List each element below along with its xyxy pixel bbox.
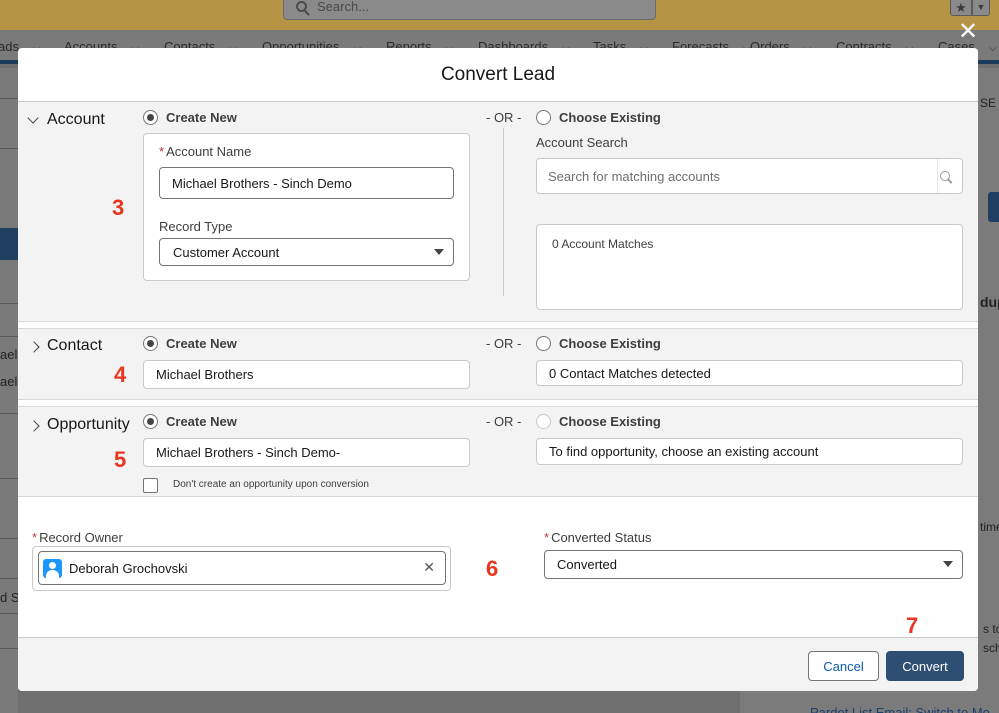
search-icon [296, 0, 307, 12]
radio-checked-icon [143, 110, 158, 125]
contact-choose-existing-radio[interactable]: Choose Existing [536, 336, 661, 351]
opportunity-choose-existing-radio[interactable]: Choose Existing [536, 414, 661, 429]
record-owner-value: Deborah Grochovski [69, 560, 188, 576]
no-opportunity-label: Don't create an opportunity upon convers… [173, 479, 369, 490]
favorites-dropdown-icon[interactable]: ▼ [972, 0, 990, 16]
chevron-right-icon[interactable] [30, 341, 42, 353]
convert-lead-modal: Convert Lead Account Create New - OR - C… [18, 48, 978, 691]
clear-selection-icon[interactable]: ✕ [423, 560, 435, 574]
step-annotation-3: 3 [112, 195, 125, 220]
step-annotation-6: 6 [486, 556, 499, 581]
converted-status-value: Converted [557, 557, 617, 572]
record-type-select[interactable]: Customer Account [159, 238, 454, 266]
account-name-value: Michael Brothers - Sinch Demo [172, 175, 352, 191]
account-search-input[interactable]: Search for matching accounts [536, 158, 963, 194]
convert-button[interactable]: Convert [886, 651, 964, 681]
record-owner-lookup: Deborah Grochovski ✕ [32, 546, 451, 591]
converted-status-select[interactable]: Converted [544, 550, 963, 579]
account-matches-box: 0 Account Matches [536, 224, 963, 310]
dropdown-arrow-icon [943, 561, 953, 567]
background-text-fragment: SE [980, 96, 997, 110]
modal-title: Convert Lead [440, 63, 556, 85]
chevron-down-icon[interactable] [28, 114, 40, 126]
section-label-account: Account [47, 111, 105, 128]
opportunity-name-input[interactable]: Michael Brothers - Sinch Demo- [143, 438, 470, 467]
account-create-card: * Account Name Michael Brothers - Sinch D… [143, 133, 470, 281]
account-search-label: Account Search [536, 135, 628, 150]
background-link: Pardot List Email: Switch to Mo [810, 705, 990, 713]
section-label-opportunity: Opportunity [47, 416, 130, 433]
vertical-divider [503, 128, 504, 296]
record-owner-pill[interactable]: Deborah Grochovski ✕ [38, 551, 446, 585]
global-search-placeholder: Search... [317, 0, 370, 14]
section-label-contact: Contact [47, 337, 103, 354]
contact-matches-text: 0 Contact Matches detected [549, 365, 711, 381]
step-annotation-7: 7 [906, 613, 919, 638]
account-choose-existing-radio[interactable]: Choose Existing [536, 110, 661, 125]
radio-label: Choose Existing [559, 110, 661, 125]
radio-unchecked-icon [536, 110, 551, 125]
background-right-button [988, 192, 999, 222]
background-text-fragment: d S [0, 590, 20, 605]
modal-footer: Cancel Convert [18, 637, 978, 691]
contact-matches-field: 0 Contact Matches detected [536, 360, 963, 386]
background-text-fragment: time [980, 520, 999, 534]
account-name-input[interactable]: Michael Brothers - Sinch Demo [159, 167, 454, 199]
contact-name-value: Michael Brothers [156, 367, 254, 382]
user-avatar-icon [43, 559, 62, 578]
radio-checked-icon [143, 336, 158, 351]
global-search[interactable]: Search... [283, 0, 656, 20]
step-annotation-4: 4 [114, 362, 127, 387]
modal-header: Convert Lead [18, 48, 978, 102]
contact-section: Contact Create New - OR - Choose Existin… [18, 328, 978, 400]
chevron-right-icon[interactable] [30, 420, 42, 432]
radio-checked-icon [143, 414, 158, 429]
radio-label: Create New [166, 110, 237, 125]
or-separator: - OR - [486, 414, 522, 429]
account-section: Account Create New - OR - Choose Existin… [18, 102, 978, 322]
record-owner-label: * Record Owner [32, 530, 123, 545]
radio-label: Create New [166, 414, 237, 429]
search-icon [940, 171, 950, 181]
or-separator: - OR - [486, 110, 522, 125]
radio-label: Choose Existing [559, 336, 661, 351]
background-text-fragment: dup [980, 294, 999, 310]
no-opportunity-checkbox[interactable] [143, 478, 158, 493]
or-separator: - OR - [486, 336, 522, 351]
record-type-label: Record Type [159, 219, 233, 234]
account-matches-text: 0 Account Matches [552, 237, 654, 251]
background-left-column [0, 68, 18, 713]
opportunity-existing-hint: To find opportunity, choose an existing … [549, 444, 819, 459]
account-name-label: * Account Name [159, 144, 252, 159]
favorites-star-icon[interactable]: ★ [950, 0, 972, 16]
contact-create-new-radio[interactable]: Create New [143, 336, 237, 351]
opportunity-section: Opportunity Create New - OR - Choose Exi… [18, 406, 978, 497]
radio-unchecked-icon [536, 336, 551, 351]
contact-name-input[interactable]: Michael Brothers [143, 360, 470, 389]
background-blue-band [0, 228, 18, 260]
converted-status-label: * Converted Status [544, 530, 652, 545]
account-create-new-radio[interactable]: Create New [143, 110, 237, 125]
opportunity-name-value: Michael Brothers - Sinch Demo- [156, 445, 341, 460]
radio-label: Create New [166, 336, 237, 351]
cancel-button[interactable]: Cancel [808, 651, 879, 681]
dropdown-arrow-icon [434, 249, 444, 255]
opportunity-create-new-radio[interactable]: Create New [143, 414, 237, 429]
background-text-fragment: s to [983, 622, 999, 636]
background-text-fragment: sch [983, 641, 999, 655]
opportunity-existing-hint-field: To find opportunity, choose an existing … [536, 438, 963, 465]
radio-disabled-icon [536, 414, 551, 429]
background-text-fragment: ael [0, 347, 18, 362]
background-bottom-row: Pardot List Email: Switch to Mo [740, 690, 999, 713]
close-modal-icon[interactable]: ✕ [958, 20, 978, 44]
account-search-placeholder: Search for matching accounts [548, 168, 720, 184]
background-text-fragment: ael [0, 374, 18, 389]
record-type-value: Customer Account [173, 244, 280, 260]
step-annotation-5: 5 [114, 447, 127, 472]
radio-label: Choose Existing [559, 414, 661, 429]
background-right-column [978, 68, 999, 713]
